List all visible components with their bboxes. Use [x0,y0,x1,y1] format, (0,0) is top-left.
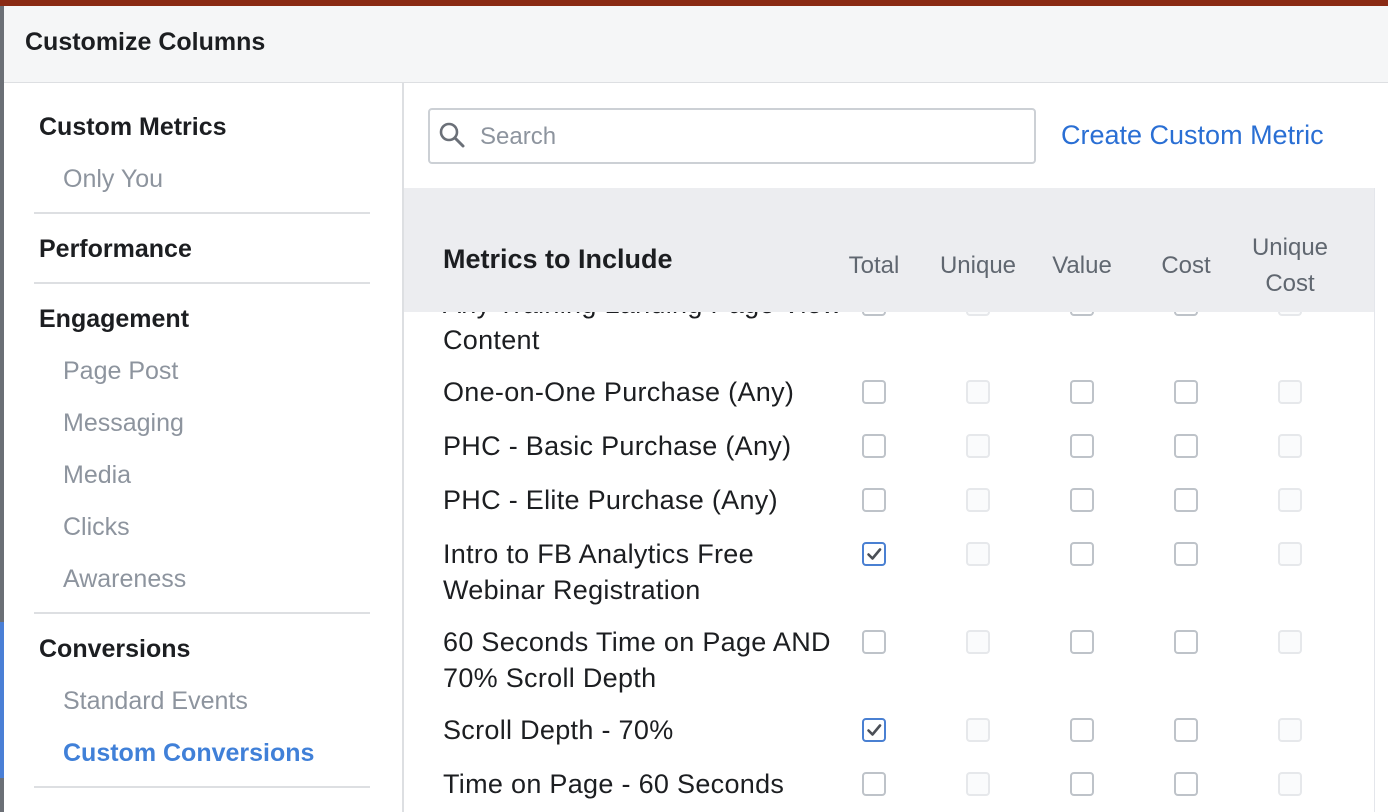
table-row: PHC - Elite Purchase (Any) [404,482,1374,536]
column-header-cost: Cost [1161,252,1211,279]
table-row: Intro to FB Analytics Free Webinar Regis… [404,536,1374,624]
checkbox-unique [966,772,990,796]
sidebar-item-clicks[interactable]: Clicks [34,509,370,545]
category-sidebar: Custom Metrics Only You Performance Enga… [4,83,404,812]
sidebar-item-standard-events[interactable]: Standard Events [34,683,370,719]
table-row: 60 Seconds Time on Page AND 70% Scroll D… [404,624,1374,712]
sidebar-item-awareness[interactable]: Awareness [34,561,370,597]
sidebar-section-title[interactable]: Performance [34,231,370,267]
table-row: Time on Page - 60 Seconds [404,766,1374,812]
create-custom-metric-link[interactable]: Create Custom Metric [1061,120,1324,151]
checkbox-value[interactable] [1070,542,1094,566]
column-header-unique-cost: Unique Cost [1251,234,1329,297]
sidebar-divider [34,612,370,614]
sidebar-section-engagement: Engagement Page Post Messaging Media Cli… [34,301,370,597]
checkbox-cost[interactable] [1174,630,1198,654]
sidebar-item-messaging[interactable]: Messaging [34,405,370,441]
search-input[interactable] [478,110,1022,164]
checkbox-unique-cost [1278,542,1302,566]
checkbox-cost[interactable] [1174,718,1198,742]
checkbox-cost[interactable] [1174,772,1198,796]
table-header: Metrics to Include Total Unique Value Co… [404,188,1374,312]
search-icon [439,122,465,148]
checkbox-unique [966,434,990,458]
checkbox-unique-cost [1278,488,1302,512]
column-header-value: Value [1052,252,1112,279]
metric-label: PHC - Basic Purchase (Any) [443,431,792,461]
checkbox-value[interactable] [1070,718,1094,742]
checkbox-value[interactable] [1070,434,1094,458]
table-row: PHC - Basic Purchase (Any) [404,428,1374,482]
checkbox-unique-cost [1278,718,1302,742]
checkbox-cost[interactable] [1174,380,1198,404]
checkbox-total[interactable] [862,772,886,796]
column-header-total: Total [848,252,900,279]
metrics-panel: Create Custom Metric Metrics to Include … [404,83,1388,812]
sidebar-item-media[interactable]: Media [34,457,370,493]
sidebar-section-title[interactable]: Engagement [34,301,370,337]
metric-label: 60 Seconds Time on Page AND 70% Scroll D… [443,627,831,693]
checkbox-total[interactable] [862,718,886,742]
metric-label: PHC - Elite Purchase (Any) [443,485,778,515]
checkbox-value[interactable] [1070,772,1094,796]
metric-label: Time on Page - 60 Seconds [443,769,785,799]
checkbox-value[interactable] [1070,380,1094,404]
sidebar-item-custom-conversions[interactable]: Custom Conversions [34,735,370,771]
checkmark-icon [867,724,882,736]
search-box [428,108,1036,164]
sidebar-section-performance: Performance [34,231,370,267]
sidebar-item-only-you[interactable]: Only You [34,161,370,197]
table-row: One-on-One Purchase (Any) [404,374,1374,428]
checkbox-total[interactable] [862,434,886,458]
checkbox-total[interactable] [862,630,886,654]
sidebar-section-conversions: Conversions Standard Events Custom Conve… [34,631,370,771]
checkbox-cost[interactable] [1174,488,1198,512]
table-row: Scroll Depth - 70% [404,712,1374,766]
checkbox-unique-cost [1278,380,1302,404]
checkbox-unique [966,380,990,404]
sidebar-section-title[interactable]: Custom Metrics [34,109,370,145]
checkbox-cost[interactable] [1174,434,1198,458]
checkbox-value[interactable] [1070,488,1094,512]
checkbox-unique [966,630,990,654]
search-bar: Create Custom Metric [404,83,1374,190]
dialog-header: Customize Columns [4,6,1388,83]
checkbox-unique-cost [1278,772,1302,796]
checkbox-value[interactable] [1070,630,1094,654]
checkbox-unique [966,488,990,512]
sidebar-section-title[interactable]: Conversions [34,631,370,667]
checkbox-unique-cost [1278,434,1302,458]
checkbox-unique-cost [1278,630,1302,654]
metric-label: One-on-One Purchase (Any) [443,377,795,407]
checkmark-icon [867,548,882,560]
checkbox-total[interactable] [862,380,886,404]
checkbox-cost[interactable] [1174,542,1198,566]
sidebar-section-custom-metrics: Custom Metrics Only You [34,109,370,197]
customize-columns-dialog: Customize Columns Custom Metrics Only Yo… [4,6,1388,812]
checkbox-total[interactable] [862,542,886,566]
checkbox-unique [966,542,990,566]
sidebar-divider [34,212,370,214]
sidebar-divider [34,786,370,788]
dialog-title: Customize Columns [25,28,266,56]
metric-label: Intro to FB Analytics Free Webinar Regis… [443,539,754,605]
column-header-unique: Unique [939,252,1017,279]
checkbox-total[interactable] [862,488,886,512]
table-title: Metrics to Include [443,244,673,274]
metrics-table: Metrics to Include Total Unique Value Co… [404,188,1375,812]
checkbox-unique [966,718,990,742]
sidebar-item-page-post[interactable]: Page Post [34,353,370,389]
metric-label: Scroll Depth - 70% [443,715,674,745]
sidebar-divider [34,282,370,284]
